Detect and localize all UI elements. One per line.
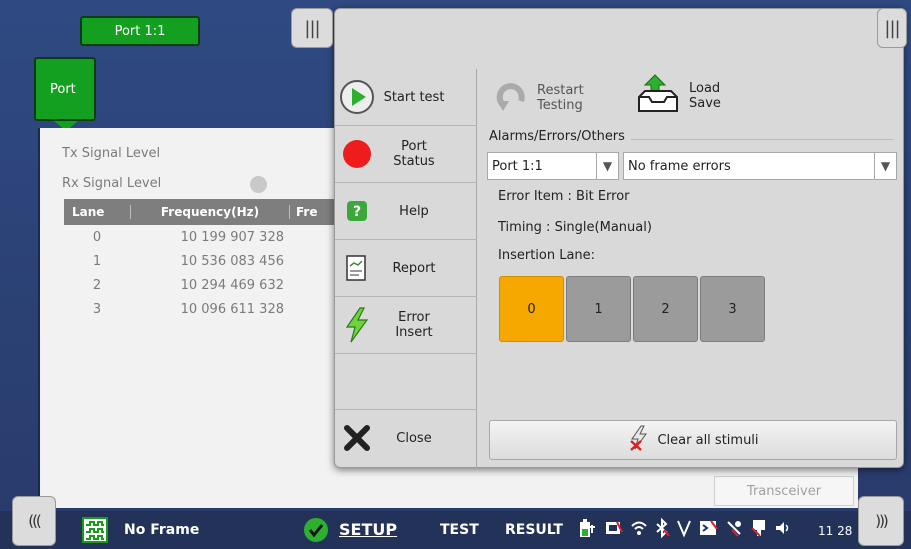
lane-button-1[interactable]: 1 <box>566 276 631 342</box>
wifi-icon <box>630 519 648 541</box>
chevron-down-icon: ▼ <box>874 153 896 179</box>
clear-stimuli-label: Clear all stimuli <box>657 432 759 448</box>
freq-cell: 10 199 907 328 <box>180 229 284 245</box>
report-icon <box>335 254 379 282</box>
header-frequency: Frequency(Hz) <box>130 205 290 219</box>
port-side-tab-label: Port <box>50 81 76 97</box>
scroll-right-button[interactable]: ))) <box>858 496 904 546</box>
lane-table: Lane Frequency(Hz) Fre 0 10 199 907 328 1… <box>64 199 344 321</box>
lane-cell: 0 <box>92 229 102 245</box>
restart-label: Restart Testing <box>537 83 584 113</box>
clear-stimuli-icon <box>627 425 657 455</box>
volume-icon <box>774 519 792 541</box>
double-chevron-left-icon: ((( <box>28 512 41 530</box>
table-row: 3 10 096 611 328 <box>64 297 344 321</box>
chevron-down-icon: ▼ <box>596 153 618 179</box>
popup-menu: Start test Port Status ? Help Report Err… <box>335 69 477 469</box>
clock-text: 11 28 <box>818 524 853 538</box>
insertion-lane-label: Insertion Lane: <box>498 248 596 263</box>
port-status-label: Port Status <box>393 139 435 169</box>
error-select[interactable]: No frame errors ▼ <box>623 152 897 180</box>
network-icon <box>604 518 624 542</box>
port-tab[interactable]: Port 1:1 <box>80 16 200 46</box>
freq-cell: 10 536 083 456 <box>180 253 284 269</box>
lane-cell: 2 <box>92 277 102 293</box>
nav-test[interactable]: TEST <box>440 522 479 538</box>
lane-button-0[interactable]: 0 <box>499 276 564 342</box>
timing-text: Timing : Single(Manual) <box>498 220 652 235</box>
close-label: Close <box>396 430 432 446</box>
close-button[interactable]: Close <box>335 409 477 466</box>
scroll-left-button[interactable]: ((( <box>12 496 56 546</box>
battery-plug-icon <box>578 517 598 543</box>
port-select-value: Port 1:1 <box>492 158 543 174</box>
nav-result[interactable]: RESULT <box>505 522 563 538</box>
close-x-icon <box>335 424 379 452</box>
section-divider <box>631 139 893 140</box>
red-dot-icon <box>335 139 379 169</box>
load-save-label: Load Save <box>689 81 721 111</box>
alarms-section-title: Alarms/Errors/Others <box>489 129 625 144</box>
v-icon <box>676 518 692 542</box>
port-select[interactable]: Port 1:1 ▼ <box>487 152 619 180</box>
tray-upload-icon <box>635 71 681 121</box>
freq-cell: 10 096 611 328 <box>180 301 284 317</box>
error-item-text: Error Item : Bit Error <box>498 189 630 204</box>
error-insert-label: Error Insert <box>395 310 433 340</box>
bluetooth-icon <box>654 517 670 542</box>
transceiver-tab[interactable]: Transceiver <box>714 476 854 506</box>
frame-status-icon <box>82 517 108 543</box>
remote-icon <box>724 518 744 542</box>
port-side-tab[interactable]: Port <box>34 57 96 131</box>
system-tray <box>578 517 792 543</box>
grip-icon: ||| <box>884 17 900 39</box>
play-icon <box>335 79 379 115</box>
table-row: 2 10 294 469 632 <box>64 273 344 297</box>
help-button[interactable]: ? Help <box>335 183 477 240</box>
header-fre: Fre <box>296 205 318 219</box>
lane-cell: 3 <box>92 301 102 317</box>
svg-text:?: ? <box>353 204 361 220</box>
start-test-label: Start test <box>383 89 445 105</box>
error-insert-button[interactable]: Error Insert <box>335 297 477 354</box>
rx-signal-label: Rx Signal Level <box>62 176 162 191</box>
help-label: Help <box>399 203 429 219</box>
lane-button-2[interactable]: 2 <box>633 276 698 342</box>
rx-signal-indicator <box>250 176 267 193</box>
lane-cell: 1 <box>92 253 102 269</box>
error-select-value: No frame errors <box>628 158 731 174</box>
header-lane: Lane <box>72 205 105 219</box>
usb-icon <box>750 518 768 542</box>
lane-table-header: Lane Frequency(Hz) Fre <box>64 199 344 225</box>
report-label: Report <box>392 260 436 276</box>
start-test-button[interactable]: Start test <box>335 69 477 126</box>
table-row: 0 10 199 907 328 <box>64 225 344 249</box>
grip-icon: ||| <box>304 17 320 39</box>
report-button[interactable]: Report <box>335 240 477 297</box>
table-row: 1 10 536 083 456 <box>64 249 344 273</box>
nav-setup[interactable]: SETUP <box>339 520 397 539</box>
insertion-lane-buttons: 0 1 2 3 <box>499 276 765 342</box>
lightning-icon <box>335 307 379 343</box>
left-panel-grip[interactable]: ||| <box>291 8 333 48</box>
load-save-button[interactable]: Load Save <box>635 71 721 121</box>
check-icon <box>303 517 329 547</box>
restart-testing-button[interactable]: Restart Testing <box>495 79 584 117</box>
lane-button-3[interactable]: 3 <box>700 276 765 342</box>
error-insert-popup: Start test Port Status ? Help Report Err… <box>334 8 904 469</box>
double-chevron-right-icon: ))) <box>875 512 888 530</box>
restart-icon <box>495 79 529 117</box>
frame-status-text: No Frame <box>124 522 200 538</box>
freq-cell: 10 294 469 632 <box>180 277 284 293</box>
terminal-icon <box>698 518 718 542</box>
help-icon: ? <box>335 200 379 222</box>
right-panel-grip[interactable]: ||| <box>877 8 907 48</box>
tx-signal-label: Tx Signal Level <box>62 146 161 161</box>
clear-all-stimuli-button[interactable]: Clear all stimuli <box>489 420 897 460</box>
port-status-button[interactable]: Port Status <box>335 126 477 183</box>
